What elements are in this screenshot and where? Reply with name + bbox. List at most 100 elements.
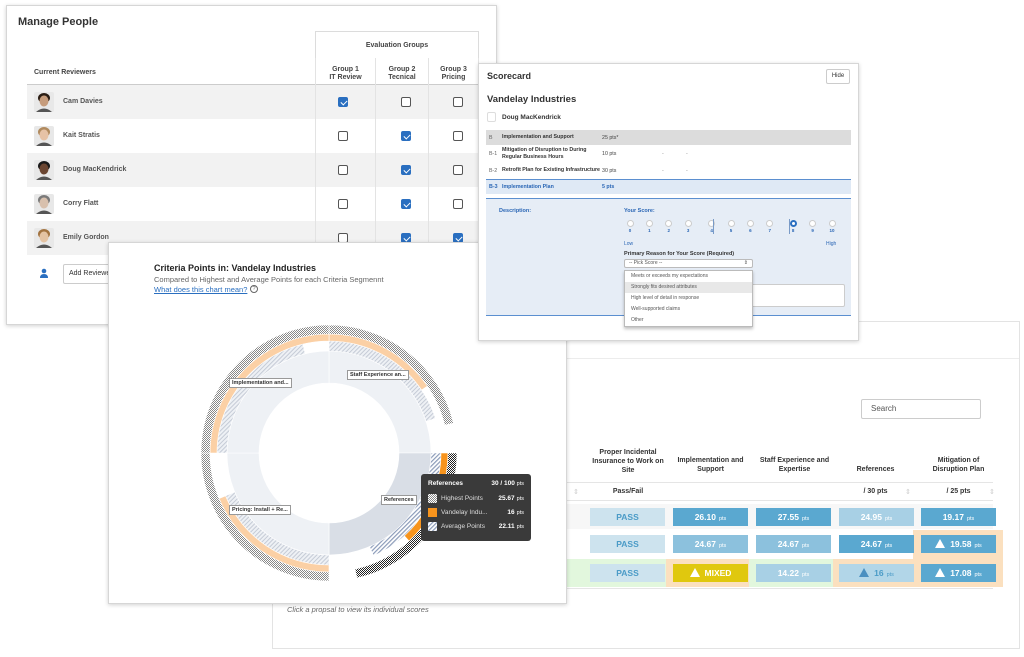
segment-label-implementation[interactable]: Implementation and... (229, 378, 292, 388)
reviewers-list: Cam Davies Kait Stratis Doug MacKendrick Co… (27, 84, 479, 255)
group-2-checkbox[interactable] (401, 131, 411, 141)
radio-button[interactable] (626, 220, 634, 227)
segment-label-staff[interactable]: Staff Experience an... (347, 370, 409, 380)
radio-button[interactable] (766, 220, 774, 227)
reviewer-row: Kait Stratis (27, 119, 479, 153)
score-number: 1 (648, 228, 651, 233)
segment-label-references[interactable]: References (381, 495, 417, 505)
chart-subtitle: Compared to Highest and Average Points f… (154, 275, 384, 284)
criteria-d2: - (686, 150, 688, 157)
value: 14.22 (777, 568, 799, 578)
group-desc: IT Review (329, 74, 362, 81)
score-option[interactable]: 6 (741, 220, 759, 233)
value-wrap: 16 pts (507, 509, 524, 516)
hide-button[interactable]: Hide (826, 69, 850, 84)
reason-select[interactable]: -- Pick Score -- ⇕ (624, 259, 753, 268)
sort-icon[interactable]: ⇕ (905, 488, 911, 496)
cell-insurance: PASS (590, 508, 665, 526)
score-option[interactable]: 1 (640, 220, 658, 233)
group-3-checkbox[interactable] (453, 131, 463, 141)
dropdown-option[interactable]: Strongly fits desired attributes (625, 282, 752, 293)
score-option[interactable]: 9 (804, 220, 822, 233)
unit: pts (884, 516, 893, 522)
cell-references: 16 pts (839, 564, 914, 582)
group-2-checkbox[interactable] (401, 165, 411, 175)
radio-button[interactable] (746, 220, 754, 227)
group-desc: Pricing (441, 74, 466, 81)
criteria-d2: - (686, 167, 688, 174)
criteria-row[interactable]: B-1 Mitigation of Disruption to During Re… (486, 145, 851, 162)
cell-staff: 24.67 pts (756, 535, 831, 553)
label: Highest Points (441, 494, 483, 502)
group-1-checkbox[interactable] (338, 131, 348, 141)
radio-button[interactable] (645, 220, 653, 227)
col-header-references: References (856, 466, 895, 473)
question-icon[interactable]: ? (250, 285, 258, 293)
criteria-row[interactable]: B-2 Retrofit Plan for Existing Infrastruc… (486, 162, 851, 179)
radio-button[interactable] (727, 220, 735, 227)
dropdown-option[interactable]: Other (625, 315, 752, 326)
group-3-checkbox[interactable] (453, 165, 463, 175)
unit: pts (974, 543, 982, 549)
dropdown-option[interactable]: Well-supported claims (625, 304, 752, 315)
search-input[interactable]: Search (861, 399, 981, 419)
dropdown-option[interactable]: High level of detail in response (625, 293, 752, 304)
value: 25.67 (498, 494, 515, 502)
reason-dropdown: Meets or exceeds my expectations Strongly… (624, 270, 753, 327)
group-1-checkbox[interactable] (338, 97, 348, 107)
score: 30 / 100 (491, 480, 515, 487)
criteria-row[interactable]: B-3 Implementation Plan 5 pts (486, 179, 851, 194)
reviewer: Doug MacKendrick (487, 112, 561, 122)
value: 27.55 (777, 512, 799, 522)
score-option[interactable]: 2 (660, 220, 678, 233)
group-2-checkbox[interactable] (401, 97, 411, 107)
radio-button[interactable] (828, 220, 836, 227)
score-option[interactable]: 4 (703, 220, 721, 233)
segment-label-pricing[interactable]: Pricing: Install + Re... (229, 505, 291, 515)
score-option[interactable]: 10 (823, 220, 841, 233)
group-1-checkbox[interactable] (338, 165, 348, 175)
help-link[interactable]: What does this chart mean? (154, 285, 247, 294)
criteria-row[interactable]: B Implementation and Support 25 pts* (486, 130, 851, 145)
group-3-checkbox[interactable] (453, 97, 463, 107)
divider (789, 219, 790, 234)
radio-button[interactable] (809, 220, 817, 227)
score-number: 10 (829, 228, 835, 233)
criteria-pts: 10 pts (602, 150, 617, 157)
your-score-label: Your Score: (624, 208, 655, 214)
unit: pts (516, 523, 524, 530)
unit: pts (886, 572, 894, 578)
sort-icon[interactable]: ⇕ (989, 488, 995, 496)
sort-icon[interactable]: ⇕ (573, 488, 579, 496)
warning-icon (935, 539, 946, 548)
radio-button[interactable] (684, 220, 692, 227)
col-sub-references: / 30 pts (863, 488, 888, 495)
group-name: Group 3 (440, 65, 467, 73)
score-option[interactable]: 3 (679, 220, 697, 233)
tooltip-header: References 30 / 100 pts (428, 480, 524, 487)
value: 19.58 (950, 539, 972, 549)
warning-icon (859, 568, 870, 577)
reviewer-row: Corry Flatt (27, 187, 479, 221)
dropdown-option[interactable]: Meets or exceeds my expectations (625, 271, 752, 282)
hint-text: Click a propsal to view its individual s… (287, 605, 429, 614)
radio-button[interactable] (789, 220, 797, 227)
group-3-checkbox[interactable] (453, 199, 463, 209)
group-1-checkbox[interactable] (338, 199, 348, 209)
value: 24.67 (777, 539, 799, 549)
unit: pts (884, 543, 893, 549)
group-desc: Tecnical (388, 74, 416, 81)
score-option[interactable]: 7 (761, 220, 779, 233)
radio-button[interactable] (708, 220, 716, 227)
group-2-checkbox[interactable] (401, 199, 411, 209)
score-option[interactable]: 0 (621, 220, 639, 233)
avatar (34, 194, 54, 214)
unit: pts (801, 543, 810, 549)
warning-icon (935, 568, 946, 577)
value: 16 (507, 508, 515, 516)
score-option[interactable]: 5 (722, 220, 740, 233)
value: 24.67 (860, 539, 882, 549)
tooltip-row: Highest Points 25.67 pts (428, 491, 524, 505)
radio-button[interactable] (665, 220, 673, 227)
score-option[interactable]: 8 (784, 220, 802, 233)
